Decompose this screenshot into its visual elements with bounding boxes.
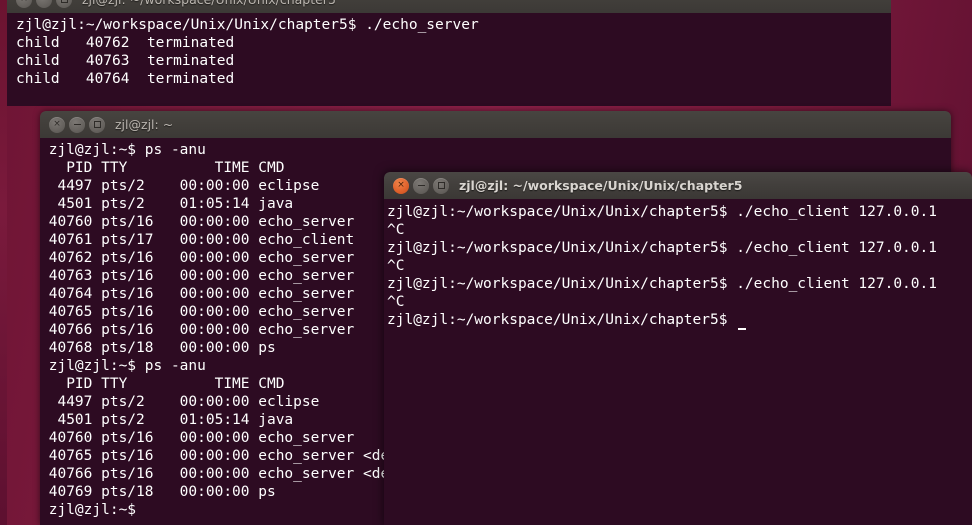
- minimize-glyph: [417, 184, 425, 187]
- titlebar-top[interactable]: × zjl@zjl: ~/workspace/Unix/Unix/chapter…: [7, 0, 891, 13]
- terminal-body-top[interactable]: zjl@zjl:~/workspace/Unix/Unix/chapter5$ …: [7, 13, 891, 106]
- terminal-window-top[interactable]: × zjl@zjl: ~/workspace/Unix/Unix/chapter…: [7, 0, 891, 106]
- desktop-left-edge: [0, 0, 7, 525]
- terminal-window-right[interactable]: × zjl@zjl: ~/workspace/Unix/Unix/chapter…: [384, 172, 972, 525]
- minimize-icon[interactable]: [69, 116, 85, 133]
- window-title-right: zjl@zjl: ~/workspace/Unix/Unix/chapter5: [459, 178, 743, 193]
- titlebar-right[interactable]: × zjl@zjl: ~/workspace/Unix/Unix/chapter…: [384, 172, 972, 199]
- window-controls-right[interactable]: ×: [393, 177, 449, 194]
- maximize-icon[interactable]: [433, 177, 449, 194]
- terminal-output-right: zjl@zjl:~/workspace/Unix/Unix/chapter5$ …: [387, 204, 937, 328]
- close-glyph: ×: [53, 119, 61, 129]
- window-controls-top[interactable]: ×: [16, 0, 72, 8]
- terminal-output-middle: zjl@zjl:~$ ps -anu PID TTY TIME CMD 4497…: [48, 142, 442, 518]
- window-title-top: zjl@zjl: ~/workspace/Unix/Unix/chapter5: [82, 0, 336, 7]
- terminal-body-right[interactable]: zjl@zjl:~/workspace/Unix/Unix/chapter5$ …: [384, 199, 972, 525]
- window-title-middle: zjl@zjl: ~: [115, 117, 174, 132]
- minimize-icon[interactable]: [36, 0, 52, 8]
- maximize-glyph: [60, 0, 68, 3]
- close-icon[interactable]: ×: [16, 0, 32, 8]
- minimize-glyph: [73, 123, 81, 126]
- terminal-output-top: zjl@zjl:~/workspace/Unix/Unix/chapter5$ …: [16, 17, 479, 87]
- minimize-icon[interactable]: [413, 177, 429, 194]
- maximize-glyph: [437, 182, 445, 189]
- maximize-icon[interactable]: [56, 0, 72, 8]
- close-icon[interactable]: ×: [49, 116, 65, 133]
- close-glyph: ×: [397, 180, 405, 190]
- close-icon[interactable]: ×: [393, 177, 409, 194]
- window-controls-middle[interactable]: ×: [49, 116, 105, 133]
- titlebar-middle[interactable]: × zjl@zjl: ~: [40, 111, 951, 138]
- terminal-cursor-right: [738, 316, 746, 335]
- maximize-icon[interactable]: [89, 116, 105, 133]
- maximize-glyph: [93, 121, 101, 128]
- close-glyph: ×: [20, 0, 28, 4]
- desktop-screen: × zjl@zjl: ~/workspace/Unix/Unix/chapter…: [0, 0, 972, 525]
